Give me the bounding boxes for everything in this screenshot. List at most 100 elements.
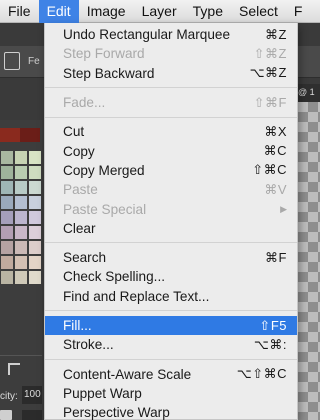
menu-item-fade: Fade... ⇧⌘F xyxy=(45,93,297,112)
swatch[interactable] xyxy=(14,255,28,270)
menu-item-find-and-replace-text[interactable]: Find and Replace Text... xyxy=(45,287,297,306)
swatch-foreground[interactable] xyxy=(0,128,20,142)
menubar-item-select[interactable]: Select xyxy=(231,0,286,23)
menu-item-label: Perspective Warp xyxy=(63,405,170,420)
menu-separator xyxy=(45,358,297,360)
swatch[interactable] xyxy=(0,165,14,180)
menu-item-shortcut: ⌘X xyxy=(264,123,287,139)
menu-item-shortcut: ⌘F xyxy=(265,249,287,265)
menu-bar: File Edit Image Layer Type Select F xyxy=(0,0,320,23)
menu-item-copy-merged[interactable]: Copy Merged ⇧⌘C xyxy=(45,161,297,180)
menu-item-step-forward: Step Forward ⇧⌘Z xyxy=(45,44,297,63)
menu-item-shortcut: ⇧⌘Z xyxy=(253,45,287,61)
menu-item-label: Puppet Warp xyxy=(63,385,142,401)
fill-field[interactable] xyxy=(22,410,42,420)
menu-item-perspective-warp[interactable]: Perspective Warp xyxy=(45,403,297,420)
menubar-item-file[interactable]: File xyxy=(0,0,39,23)
opacity-field[interactable]: 100 xyxy=(22,386,42,404)
menu-item-label: Stroke... xyxy=(63,337,114,353)
menu-item-stroke[interactable]: Stroke... ⌥⌘: xyxy=(45,335,297,354)
swatch-grid xyxy=(0,150,42,295)
menu-item-shortcut: ⌘V xyxy=(264,181,287,197)
swatch[interactable] xyxy=(28,150,42,165)
lock-icon[interactable] xyxy=(0,410,12,420)
menu-item-label: Content-Aware Scale xyxy=(63,366,192,382)
menu-item-label: Clear xyxy=(63,220,96,236)
swatch[interactable] xyxy=(14,210,28,225)
swatch[interactable] xyxy=(28,165,42,180)
swatch[interactable] xyxy=(0,255,14,270)
document-icon[interactable] xyxy=(4,52,20,70)
menu-item-shortcut: ⌥⇧⌘C xyxy=(236,366,287,382)
menu-item-label: Check Spelling... xyxy=(63,269,166,285)
menu-item-undo-rectangular-marquee[interactable]: Undo Rectangular Marquee ⌘Z xyxy=(45,25,297,44)
menu-item-shortcut: ⌥⌘: xyxy=(253,336,287,352)
swatch[interactable] xyxy=(14,180,28,195)
menu-item-check-spelling[interactable]: Check Spelling... xyxy=(45,267,297,286)
menu-item-shortcut: ⇧⌘F xyxy=(253,94,287,110)
menu-item-paste: Paste ⌘V xyxy=(45,180,297,199)
swatch[interactable] xyxy=(14,240,28,255)
menu-separator xyxy=(45,87,297,89)
menu-item-shortcut: ⇧F5 xyxy=(259,317,287,333)
menu-item-label: Copy xyxy=(63,143,95,159)
swatch[interactable] xyxy=(0,225,14,240)
menubar-item-image[interactable]: Image xyxy=(79,0,134,23)
menu-item-label: Step Backward xyxy=(63,65,155,81)
swatch[interactable] xyxy=(0,195,14,210)
swatch[interactable] xyxy=(0,180,14,195)
menubar-item-edit[interactable]: Edit xyxy=(38,0,79,23)
menu-item-clear[interactable]: Clear xyxy=(45,219,297,238)
swatch[interactable] xyxy=(28,225,42,240)
document-tab[interactable]: @ 1 xyxy=(296,84,320,102)
menu-item-label: Fill... xyxy=(63,318,92,333)
swatch[interactable] xyxy=(0,270,14,285)
menu-item-label: Fade... xyxy=(63,95,106,111)
menu-item-shortcut: ⌘Z xyxy=(265,26,287,42)
options-bar-text: Fe xyxy=(28,56,40,67)
swatch[interactable] xyxy=(14,165,28,180)
menubar-item-layer[interactable]: Layer xyxy=(134,0,185,23)
menu-item-fill[interactable]: Fill... ⇧F5 xyxy=(45,315,297,336)
menu-item-label: Paste Special xyxy=(63,201,147,217)
swatch[interactable] xyxy=(14,150,28,165)
menu-item-paste-special: Paste Special ▶ xyxy=(45,199,297,218)
swatch[interactable] xyxy=(28,255,42,270)
menu-item-step-backward[interactable]: Step Backward ⌥⌘Z xyxy=(45,64,297,83)
swatch[interactable] xyxy=(28,195,42,210)
menubar-item-type[interactable]: Type xyxy=(185,0,231,23)
menu-item-cut[interactable]: Cut ⌘X xyxy=(45,122,297,141)
swatch[interactable] xyxy=(28,210,42,225)
panel-divider xyxy=(0,355,42,356)
submenu-arrow-icon: ▶ xyxy=(280,203,287,214)
menu-item-shortcut: ⌥⌘Z xyxy=(249,65,287,81)
menu-item-shortcut: ⇧⌘C xyxy=(252,162,287,178)
swatch[interactable] xyxy=(28,270,42,285)
menu-item-copy[interactable]: Copy ⌘C xyxy=(45,141,297,160)
swatch[interactable] xyxy=(14,225,28,240)
menu-item-label: Search xyxy=(63,250,107,266)
swatch[interactable] xyxy=(0,210,14,225)
crop-corner-icon[interactable] xyxy=(8,363,20,375)
menubar-item-f[interactable]: F xyxy=(286,0,311,23)
menu-separator xyxy=(45,242,297,244)
opacity-label: city: xyxy=(0,391,18,402)
menu-item-puppet-warp[interactable]: Puppet Warp xyxy=(45,384,297,403)
menu-item-shortcut: ⌘C xyxy=(263,143,287,159)
menu-item-content-aware-scale[interactable]: Content-Aware Scale ⌥⇧⌘C xyxy=(45,364,297,383)
menu-item-label: Undo Rectangular Marquee xyxy=(63,27,231,43)
swatch[interactable] xyxy=(14,270,28,285)
transparent-canvas xyxy=(298,102,320,420)
swatch[interactable] xyxy=(28,180,42,195)
edit-menu: Undo Rectangular Marquee ⌘Z Step Forward ⇧⌘… xyxy=(44,23,298,420)
swatch[interactable] xyxy=(14,195,28,210)
menu-item-label: Step Forward xyxy=(63,46,145,62)
menu-item-search[interactable]: Search ⌘F xyxy=(45,248,297,267)
swatch[interactable] xyxy=(28,240,42,255)
swatch[interactable] xyxy=(0,150,14,165)
menu-item-label: Cut xyxy=(63,124,85,140)
swatch[interactable] xyxy=(0,240,14,255)
menu-item-label: Copy Merged xyxy=(63,162,145,178)
swatch-background[interactable] xyxy=(20,128,40,142)
menu-item-label: Find and Replace Text... xyxy=(63,288,210,304)
